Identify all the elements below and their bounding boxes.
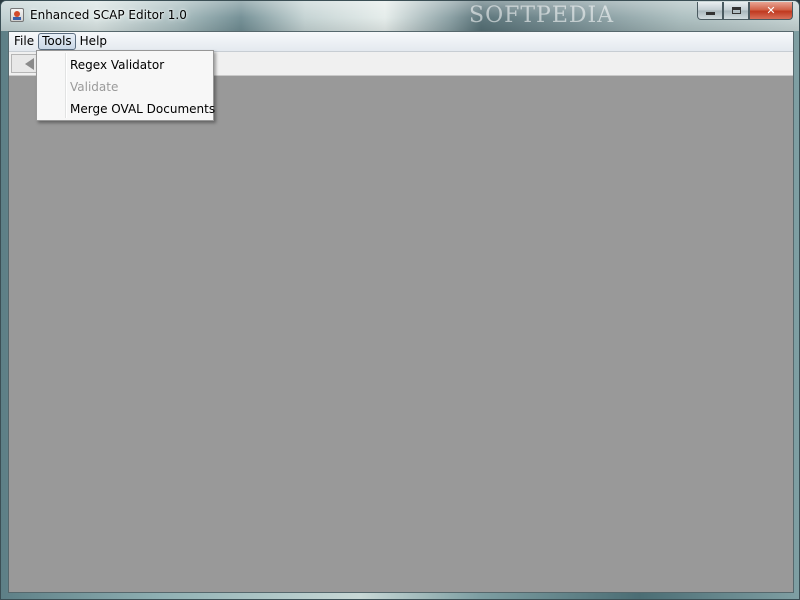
maximize-icon [731, 7, 741, 14]
minimize-icon [705, 12, 715, 15]
menu-tools[interactable]: Tools [38, 33, 76, 50]
window-controls: ✕ [697, 2, 793, 20]
tools-dropdown-menu: Regex Validator Validate Merge OVAL Docu… [36, 50, 215, 121]
menu-bar: File Tools Help [9, 32, 793, 52]
minimize-button[interactable] [697, 2, 723, 20]
menu-file[interactable]: File [11, 33, 37, 50]
menu-item-validate: Validate [70, 80, 119, 94]
menu-item-merge-oval-documents[interactable]: Merge OVAL Documents [39, 98, 215, 120]
maximize-button[interactable] [723, 2, 749, 20]
java-app-icon[interactable] [10, 8, 24, 22]
menu-item-regex-validator[interactable]: Regex Validator [39, 54, 211, 76]
window-title: Enhanced SCAP Editor 1.0 [30, 8, 187, 22]
softpedia-watermark: SOFTPEDIA [469, 3, 615, 28]
workspace-area [9, 76, 793, 592]
menu-help[interactable]: Help [77, 33, 110, 50]
back-button[interactable] [11, 54, 37, 73]
close-button[interactable]: ✕ [749, 2, 793, 20]
close-icon: ✕ [766, 4, 776, 17]
title-bar[interactable]: Enhanced SCAP Editor 1.0 SOFTPEDIA ✕ [1, 1, 799, 31]
app-window: Enhanced SCAP Editor 1.0 SOFTPEDIA ✕ Fil… [0, 0, 800, 600]
